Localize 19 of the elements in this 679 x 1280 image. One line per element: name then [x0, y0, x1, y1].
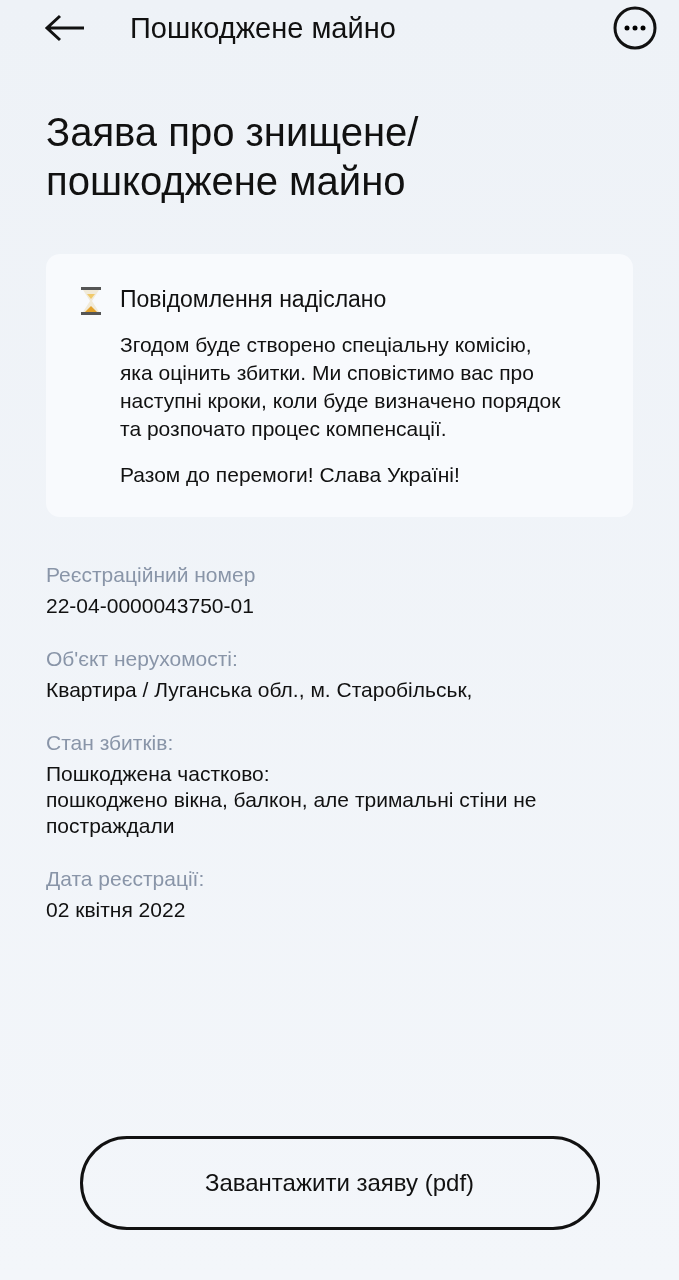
field-value: Пошкоджена частково: пошкоджено вікна, балкон, але тримальні стіни не постраждали	[46, 761, 538, 839]
back-arrow-icon	[44, 13, 86, 43]
field-value: 22-04-0000043750-01	[46, 593, 255, 619]
field-value: Квартира / Луганська обл., м. Старобільськ,	[46, 677, 474, 703]
hourglass-icon	[80, 286, 102, 316]
field-label: Об'єкт нерухомості:	[46, 647, 239, 671]
back-button[interactable]	[44, 13, 86, 43]
notice-text: Згодом буде створено спеціальну комісію, яка оцінить збитки. Ми сповістимо вас про наступні кроки, коли буде визначено порядок та розпочато процес компенсації.	[120, 332, 562, 442]
notice-text: Разом до перемоги! Слава Україні!	[120, 462, 461, 488]
field-label: Стан збитків:	[46, 731, 175, 755]
field-label: Реєстраційний номер	[46, 563, 257, 587]
download-button[interactable]: Завантажити заяву (pdf)	[79, 1136, 600, 1230]
field-value: 02 квітня 2022	[46, 897, 187, 923]
more-button[interactable]	[613, 6, 657, 50]
page-heading: Заява про знищене/ пошкоджене майно	[46, 109, 420, 205]
more-icon	[613, 6, 657, 50]
field-label: Дата реєстрації:	[46, 867, 206, 891]
screen-title: Пошкоджене майно	[130, 11, 397, 45]
notice-title: Повідомлення надіслано	[120, 286, 388, 313]
